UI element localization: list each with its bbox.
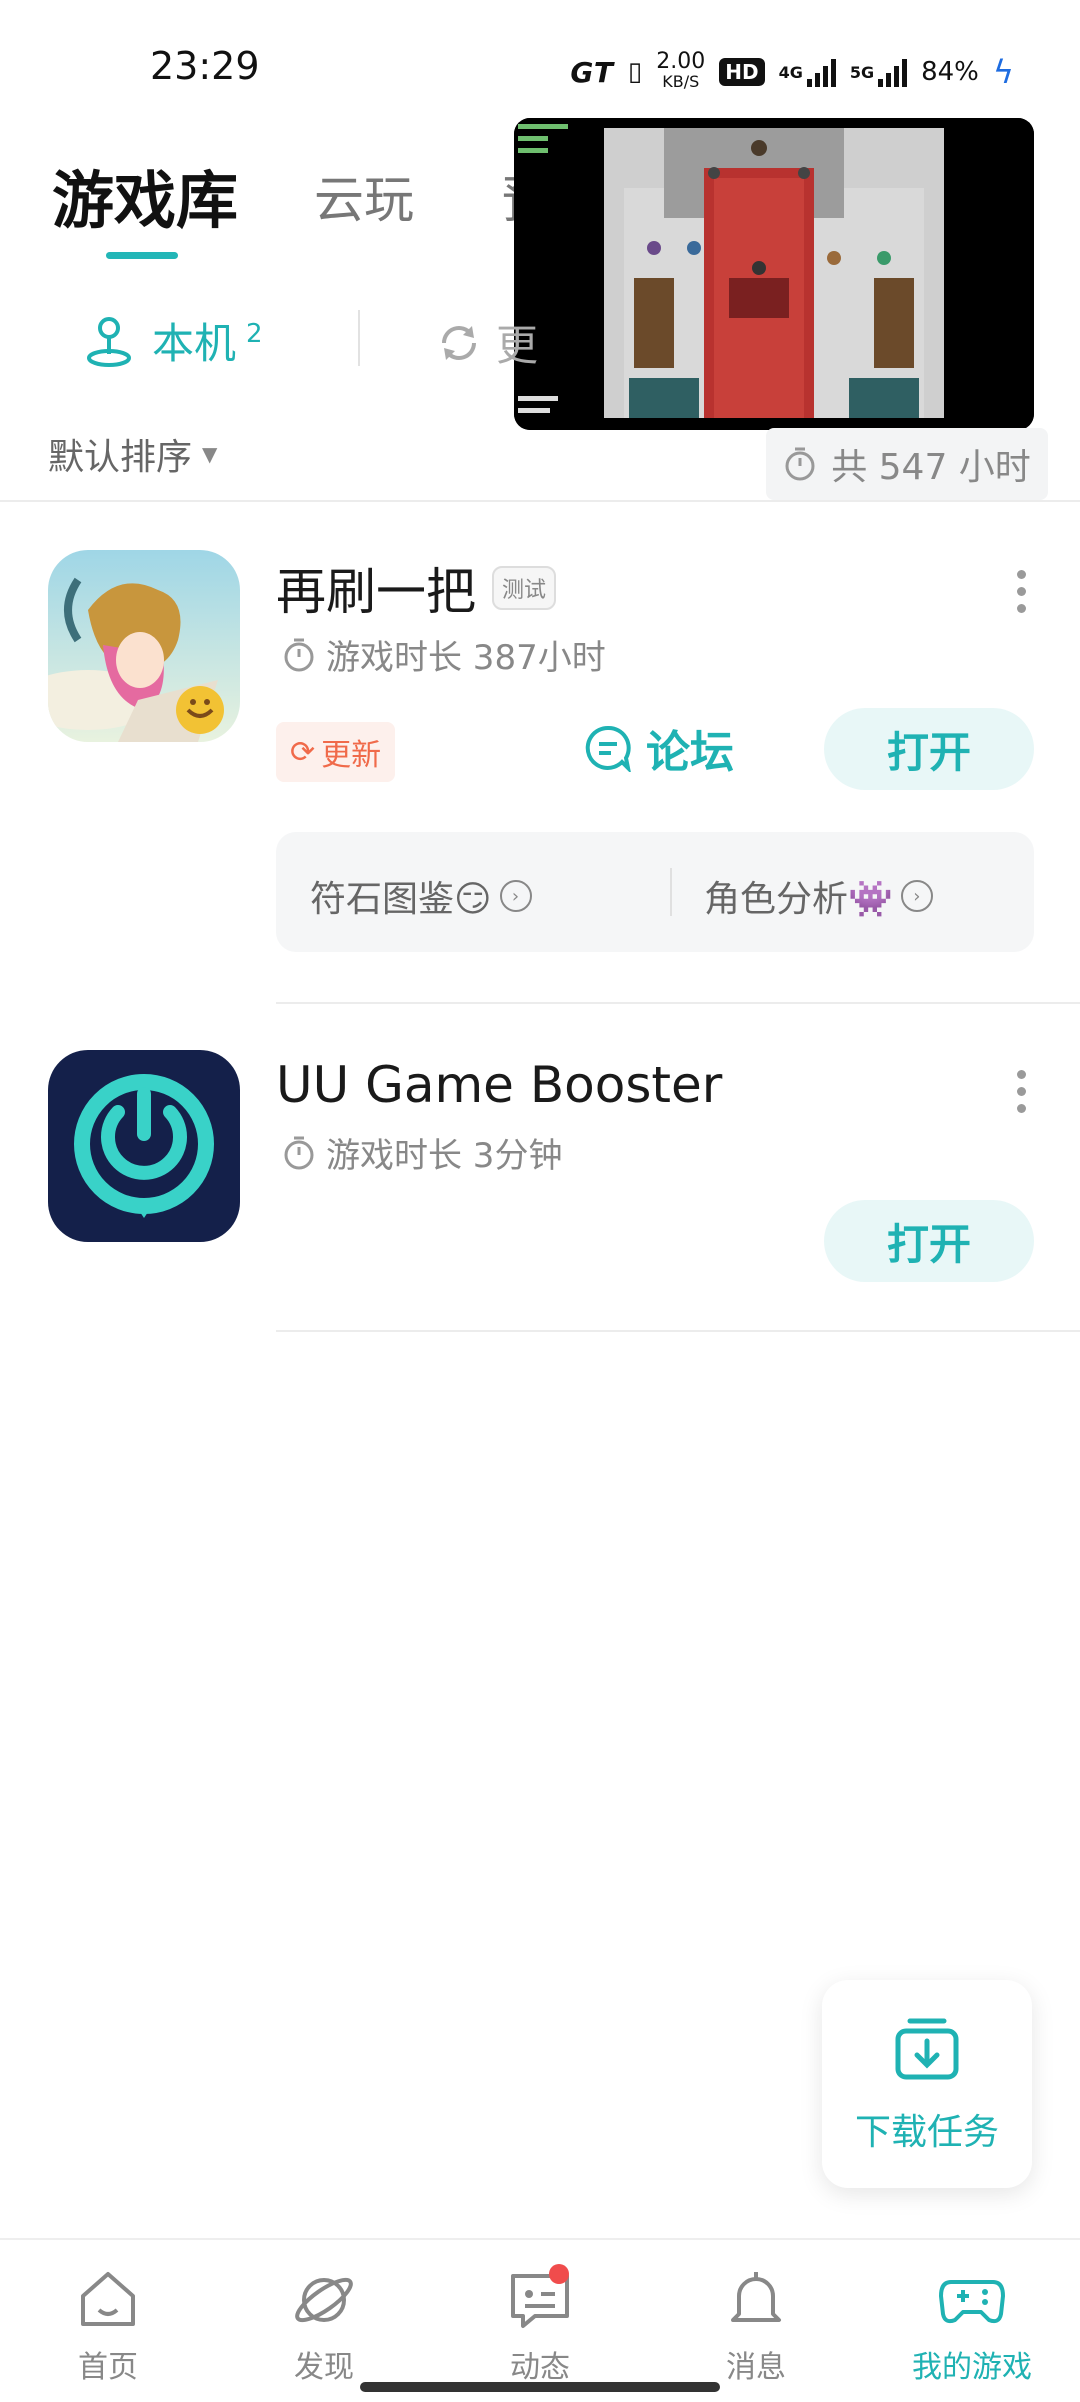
subtab-local-count: 2 [246, 318, 263, 349]
gamepad-icon [939, 2280, 1005, 2324]
status-time: 23:29 [150, 44, 260, 88]
game-icon-uu-booster[interactable] [48, 1050, 240, 1242]
gt-mode-icon: GT [570, 55, 614, 89]
open-button[interactable]: 打开 [824, 708, 1034, 790]
nav-messages[interactable]: 消息 [648, 2240, 864, 2402]
row-divider [276, 1330, 1080, 1332]
hd-voice-icon: HD [719, 58, 765, 86]
location-icon [87, 316, 131, 367]
vibrate-icon: ▯ [627, 57, 643, 87]
tab-cloud-play[interactable]: 云玩 [314, 160, 414, 232]
tab-indicator [106, 252, 178, 259]
game-name[interactable]: UU Game Booster [276, 1056, 722, 1114]
test-badge: 测试 [492, 566, 557, 610]
sort-label: 默认排序 [48, 437, 193, 478]
subtab-update[interactable]: 更 [436, 312, 538, 373]
game-name[interactable]: 再刷一把 [276, 552, 476, 624]
planet-icon [295, 2277, 353, 2323]
download-tasks-button[interactable]: 下载任务 [822, 1980, 1032, 2188]
game-play-time: 游戏时长 387小时 [282, 630, 606, 679]
quick-link-rune-guide[interactable]: 符石图鉴😏 › [310, 870, 532, 922]
timer-icon [284, 638, 314, 671]
total-play-time: 共 547 小时 [766, 428, 1048, 500]
caret-down-icon: ▼ [202, 442, 218, 466]
notification-dot [549, 2264, 569, 2284]
battery-level: 84% [921, 57, 979, 87]
network-type-1: 4G [778, 62, 803, 82]
forum-button[interactable]: 论坛 [584, 716, 734, 780]
network-type-2: 5G [849, 62, 875, 82]
subtab-local-label: 本机 [152, 319, 237, 368]
bottom-navigation: 首页 发现 动态 消息 我的游戏 [0, 2238, 1080, 2402]
tab-game-library[interactable]: 游戏库 [52, 150, 238, 240]
network-speed: 2.00 KB/S [656, 49, 706, 92]
signal-icon-2 [878, 57, 908, 87]
refresh-icon [442, 325, 476, 360]
update-button[interactable]: ⟳ 更新 [276, 722, 396, 782]
nav-home[interactable]: 首页 [0, 2240, 216, 2402]
home-indicator[interactable] [360, 2382, 720, 2392]
game-title-row: 再刷一把 测试 [276, 552, 557, 624]
quick-links-card: 符石图鉴😏 › 角色分析👾 › [276, 832, 1034, 952]
more-options-icon[interactable] [1016, 570, 1026, 613]
open-button[interactable]: 打开 [824, 1200, 1034, 1282]
timer-icon [284, 1136, 314, 1169]
charging-icon: ϟ [992, 53, 1014, 91]
subtab-update-label: 更 [496, 321, 539, 370]
timer-icon [785, 447, 815, 481]
quick-links-divider [670, 868, 672, 916]
quick-link-character-analysis[interactable]: 角色分析👾 › [704, 870, 933, 922]
status-icons: GT ▯ 2.00 KB/S HD 4G 5G 84% ϟ [570, 50, 1014, 94]
chevron-right-icon: › [499, 880, 532, 912]
subtab-local[interactable]: 本机 2 [84, 310, 263, 371]
forum-icon [585, 725, 631, 772]
pip-game-video[interactable] [514, 118, 1034, 430]
chevron-right-icon: › [900, 880, 933, 912]
refresh-icon: ⟳ [290, 734, 316, 770]
sort-dropdown[interactable]: 默认排序 ▼ [48, 428, 217, 480]
section-divider [0, 500, 1080, 502]
game-play-time: 游戏时长 3分钟 [282, 1128, 562, 1177]
signal-icon [806, 57, 836, 87]
download-icon [895, 2018, 959, 2080]
more-options-icon[interactable] [1016, 1070, 1026, 1113]
row-divider [276, 1002, 1080, 1004]
nav-feed[interactable]: 动态 [432, 2240, 648, 2402]
game-icon-zaishuayiba[interactable] [48, 550, 240, 742]
nav-my-games[interactable]: 我的游戏 [864, 2240, 1080, 2402]
bell-icon [731, 2272, 781, 2322]
nav-discover[interactable]: 发现 [216, 2240, 432, 2402]
home-icon [81, 2272, 135, 2326]
subtab-divider [358, 310, 360, 366]
